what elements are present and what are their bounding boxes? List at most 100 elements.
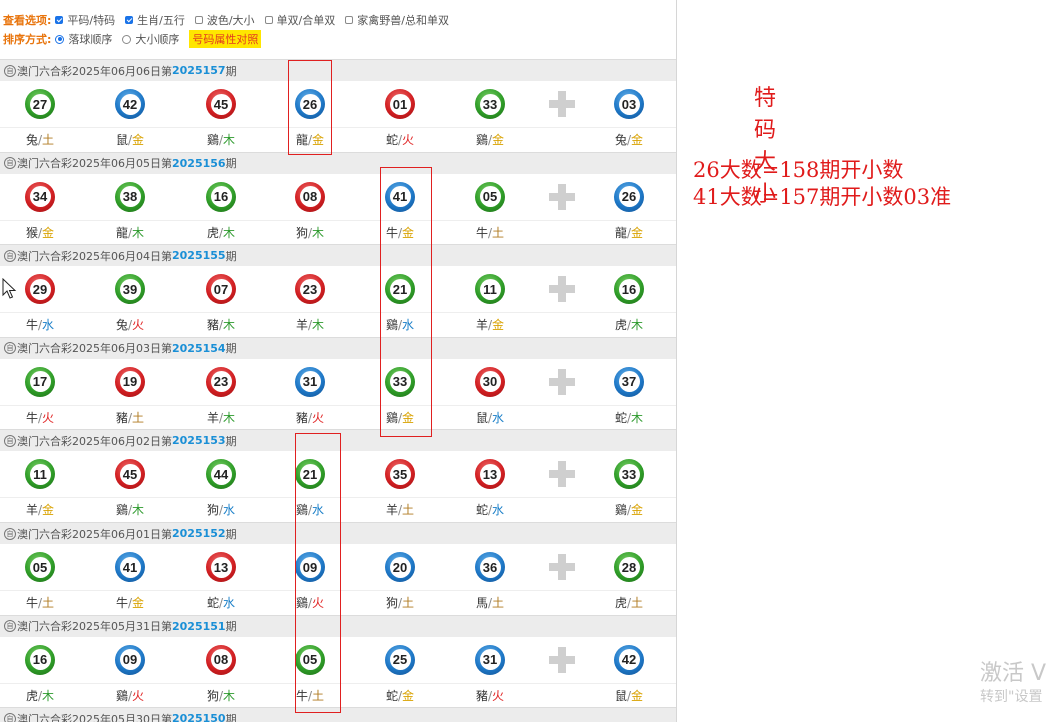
seal-icon: 自 [4, 249, 16, 262]
zodiac-element-label: 羊/金 [10, 501, 70, 518]
issue-number[interactable]: 2025156 [172, 157, 226, 170]
zodiac-element-label: 鷄/金 [599, 501, 659, 518]
special-ball[interactable]: 28 [614, 552, 644, 582]
number-ball[interactable]: 29 [25, 274, 55, 305]
radio[interactable] [122, 34, 132, 44]
issue-number[interactable]: 2025150 [172, 712, 226, 722]
zodiac-sign: 狗 [295, 225, 308, 240]
view-option-label: 生肖/五行 [137, 14, 185, 27]
issue-suffix: 期 [225, 157, 237, 171]
compare-badge[interactable]: 号码属性对照 [189, 30, 262, 48]
zodiac-sign: 馬 [475, 596, 488, 610]
zodiac-element-label: 豬/土 [100, 409, 160, 426]
number-ball[interactable]: 38 [115, 181, 145, 212]
issue-number[interactable]: 2025155 [172, 249, 226, 262]
view-option[interactable]: 平码/特码 [55, 12, 115, 28]
number-ball[interactable]: 13 [206, 552, 236, 582]
ball-number: 34 [29, 186, 51, 208]
number-ball[interactable]: 19 [115, 366, 145, 397]
special-ball[interactable]: 33 [614, 459, 644, 490]
zodiac-element-label: 蛇/火 [370, 131, 430, 148]
issue-number[interactable]: 2025151 [172, 620, 226, 633]
element: 金 [402, 688, 415, 703]
seal-icon: 自 [4, 712, 16, 722]
special-ball[interactable]: 03 [614, 89, 644, 119]
issue-number[interactable]: 2025154 [172, 342, 226, 355]
number-ball[interactable]: 07 [206, 274, 236, 305]
draw-date: 2025年06月01日 [72, 527, 161, 541]
draw-date: 2025年05月30日 [72, 712, 161, 722]
ball-number: 41 [119, 556, 141, 578]
element: 金 [132, 596, 145, 610]
ball-number: 28 [618, 556, 640, 578]
number-ball[interactable]: 16 [206, 181, 236, 212]
sort-option[interactable]: 大小顺序 [122, 31, 179, 47]
number-ball[interactable]: 42 [115, 89, 145, 119]
number-ball[interactable]: 31 [295, 366, 325, 397]
ball-number: 09 [119, 649, 141, 671]
number-ball[interactable]: 20 [385, 552, 415, 582]
zodiac-sign: 狗 [206, 503, 219, 518]
number-ball[interactable]: 30 [475, 366, 505, 397]
ball-number: 08 [299, 186, 321, 208]
number-ball[interactable]: 44 [206, 459, 236, 490]
zodiac-element-label: 狗/土 [370, 594, 430, 611]
element: 金 [42, 503, 55, 518]
number-ball[interactable]: 05 [25, 552, 55, 582]
issue-number[interactable]: 2025153 [172, 434, 226, 447]
number-ball[interactable]: 17 [25, 366, 55, 397]
highlight-box-21-09-05 [295, 433, 341, 713]
number-ball[interactable]: 08 [206, 644, 236, 675]
checkbox[interactable] [55, 16, 64, 24]
number-ball[interactable]: 11 [475, 274, 505, 305]
radio[interactable] [55, 34, 65, 44]
number-ball[interactable]: 45 [206, 89, 236, 119]
view-option[interactable]: 生肖/五行 [125, 12, 185, 28]
number-ball[interactable]: 16 [25, 644, 55, 675]
draw-header: 自澳门六合彩 2025年06月04日 第 2025155 期 [0, 244, 676, 267]
number-ball[interactable]: 05 [475, 181, 505, 212]
highlight-box-41-21-33 [380, 167, 432, 437]
number-ball[interactable]: 36 [475, 552, 505, 582]
special-ball[interactable]: 37 [614, 366, 644, 397]
number-ball[interactable]: 09 [115, 644, 145, 675]
number-ball[interactable]: 34 [25, 181, 55, 212]
checkbox[interactable] [194, 16, 203, 24]
number-ball[interactable]: 23 [295, 274, 325, 305]
checkbox[interactable] [345, 16, 354, 24]
number-ball[interactable]: 13 [475, 459, 505, 490]
zodiac-element-label: 猴/金 [10, 224, 70, 241]
zodiac-element-label: 狗/木 [280, 224, 340, 241]
special-ball[interactable]: 16 [614, 274, 644, 305]
number-ball[interactable]: 39 [115, 274, 145, 305]
view-options-label: 查看选项: [3, 14, 52, 27]
sort-option-label: 大小顺序 [135, 33, 180, 46]
number-ball[interactable]: 41 [115, 552, 145, 582]
number-ball[interactable]: 08 [295, 181, 325, 212]
checkbox[interactable] [125, 16, 134, 24]
number-ball[interactable]: 25 [385, 644, 415, 675]
zodiac-sign: 羊 [25, 503, 38, 518]
number-ball[interactable]: 35 [385, 459, 415, 490]
checkbox[interactable] [264, 16, 273, 24]
view-option[interactable]: 家禽野兽/总和单双 [345, 12, 449, 28]
plus-icon [549, 276, 575, 303]
number-ball[interactable]: 31 [475, 644, 505, 675]
view-option[interactable]: 波色/大小 [194, 12, 255, 28]
issue-number[interactable]: 2025157 [172, 64, 226, 77]
special-ball[interactable]: 42 [614, 644, 644, 675]
number-ball[interactable]: 45 [115, 459, 145, 490]
special-ball[interactable]: 26 [614, 181, 644, 212]
view-option[interactable]: 单双/合单双 [264, 12, 335, 28]
number-ball[interactable]: 23 [206, 366, 236, 397]
ball-number: 23 [210, 371, 232, 393]
number-ball[interactable]: 33 [475, 89, 505, 119]
element: 木 [132, 503, 145, 518]
number-ball[interactable]: 27 [25, 89, 55, 119]
number-ball[interactable]: 11 [25, 459, 55, 490]
number-ball[interactable]: 01 [385, 89, 415, 119]
sort-option[interactable]: 落球顺序 [55, 31, 112, 47]
lottery-name: 澳门六合彩 [17, 434, 72, 448]
draw-date: 2025年06月03日 [72, 342, 161, 356]
issue-number[interactable]: 2025152 [172, 527, 226, 540]
